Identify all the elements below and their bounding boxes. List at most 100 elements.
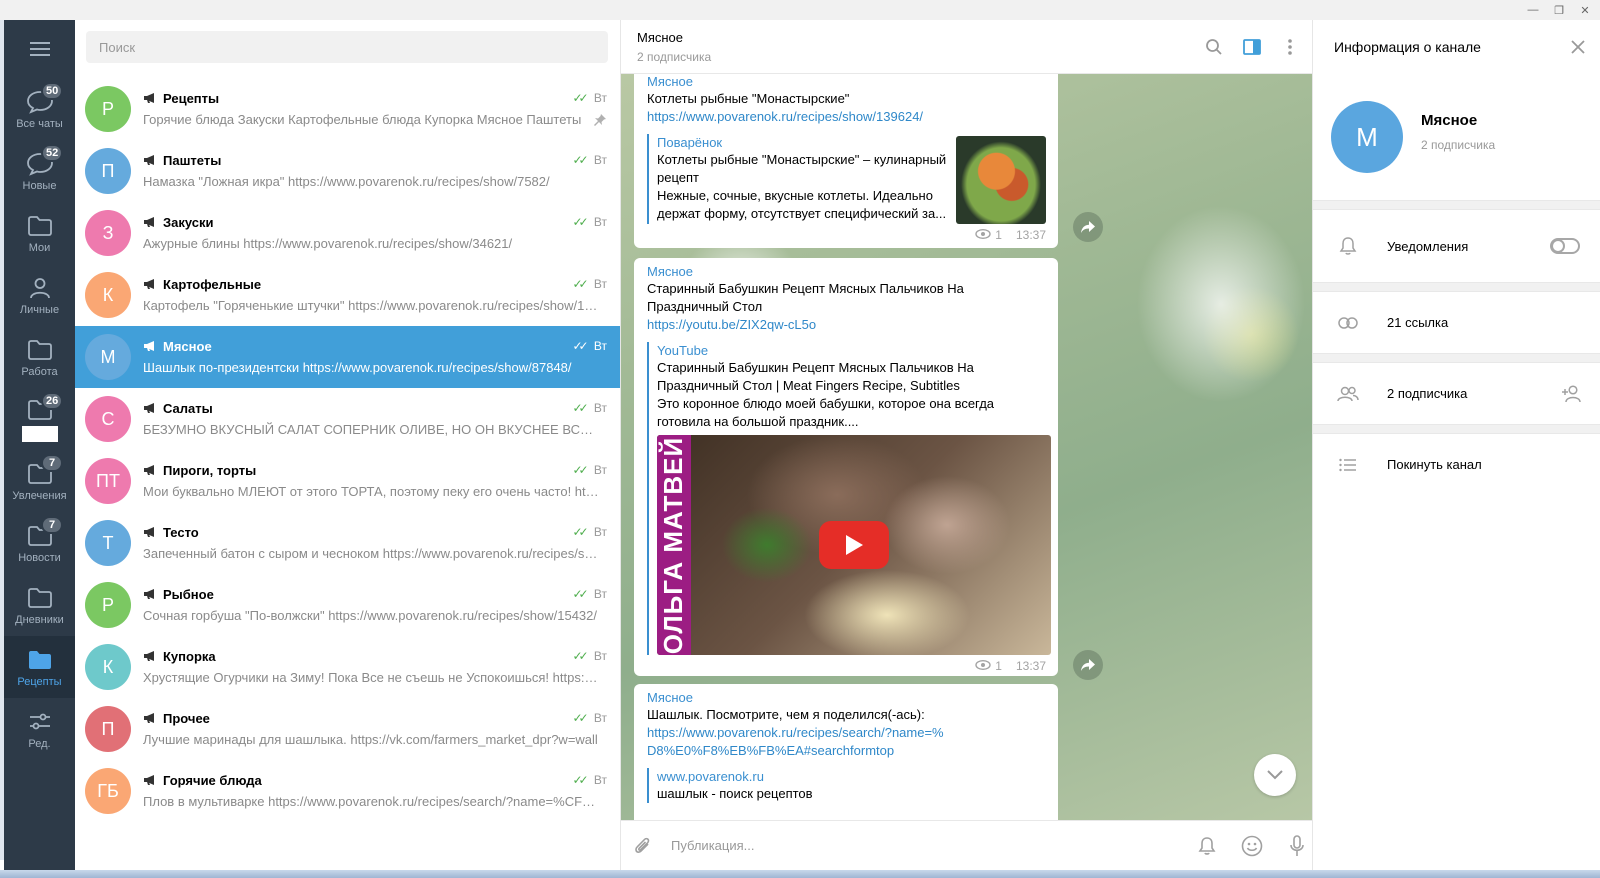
chat-list-item[interactable]: С Салаты ✓✓ Вт БЕЗУМНО ВКУСНЫЙ САЛАТ СОПЕРН… <box>75 388 620 450</box>
chat-last-message: Картофель "Горяченькие штучки" https://w… <box>143 298 599 313</box>
chat-title: Мясное <box>637 30 684 45</box>
play-button-icon[interactable] <box>819 521 889 569</box>
chat-list-item[interactable]: М Мясное ✓✓ Вт Шашлык по-президентски https… <box>75 326 620 388</box>
more-options-icon[interactable] <box>1280 37 1300 57</box>
chat-last-message: Мои буквально МЛЕЮТ от этого ТОРТА, поэт… <box>143 484 599 499</box>
restore-icon[interactable]: ❐ <box>1548 2 1570 18</box>
folder-label: Новые <box>22 180 57 192</box>
message-link[interactable]: https://www.povarenok.ru/recipes/search/… <box>647 724 947 760</box>
preview-thumbnail <box>956 136 1046 224</box>
message-meta: 1 13:37 <box>647 228 1046 242</box>
chat-time: Вт <box>593 525 607 539</box>
message-bubble[interactable]: Мясное Старинный Бабушкин Рецепт Мясных … <box>634 258 1058 676</box>
folder-item[interactable]: Все чаты 50 <box>4 78 75 140</box>
share-icon[interactable] <box>1073 650 1103 680</box>
preview-title: Старинный Бабушкин Рецепт Мясных Пальчик… <box>657 360 974 393</box>
chat-list-item[interactable]: Р Рыбное ✓✓ Вт Сочная горбуша "По-волжски" … <box>75 574 620 636</box>
person-icon <box>28 274 52 302</box>
attach-icon[interactable] <box>631 834 655 858</box>
message-link[interactable]: https://www.povarenok.ru/recipes/show/13… <box>647 108 1046 126</box>
subscribers-row[interactable]: 2 подписчика <box>1313 363 1600 424</box>
share-icon[interactable] <box>1073 212 1103 242</box>
folder-item[interactable]: Личные <box>4 264 75 326</box>
double-check-icon: ✓✓ <box>572 587 588 601</box>
chat-avatar: З <box>85 210 131 256</box>
chat-list-item[interactable]: П Прочее ✓✓ Вт Лучшие маринады для шашлыка.… <box>75 698 620 760</box>
add-user-icon[interactable] <box>1560 383 1584 405</box>
unread-badge: 7 <box>41 454 63 472</box>
chat-list-item[interactable]: Р Рецепты ✓✓ Вт Горячие блюда Закуски Карто… <box>75 78 620 140</box>
message-time: 13:37 <box>1015 228 1046 242</box>
folder-item[interactable]: Новости 7 <box>4 512 75 574</box>
chat-avatar: Т <box>85 520 131 566</box>
hamburger-menu-icon[interactable] <box>4 20 75 78</box>
links-row[interactable]: 21 ссылка <box>1313 292 1600 353</box>
messages-area[interactable]: Мясное Котлеты рыбные "Монастырские" htt… <box>621 74 1312 820</box>
taskbar <box>0 870 1600 878</box>
chat-list-item[interactable]: К Картофельные ✓✓ Вт Картофель "Горяченькие… <box>75 264 620 326</box>
chat-list-item[interactable]: З Закуски ✓✓ Вт Ажурные блины https://www.p… <box>75 202 620 264</box>
close-icon[interactable] <box>1568 37 1588 57</box>
folders-sidebar: Все чаты 50 Новые 52 Мои Личные Работа 26 Увлече… <box>4 20 75 870</box>
chat-list-item[interactable]: К Купорка ✓✓ Вт Хрустящие Огурчики на Зиму!… <box>75 636 620 698</box>
views-count: 1 <box>995 228 1002 242</box>
chevron-down-icon <box>1267 770 1283 780</box>
chat-list-item[interactable]: Т Тесто ✓✓ Вт Запеченный батон с сыром и че… <box>75 512 620 574</box>
folder-item[interactable]: Увлечения 7 <box>4 450 75 512</box>
video-thumbnail[interactable]: ОЛЬГА МАТВЕЙ <box>657 435 1051 655</box>
message-text: Шашлык. Посмотрите, чем я поделился(-ась… <box>647 707 925 722</box>
folder-icon <box>27 584 53 612</box>
link-preview[interactable]: YouTube Старинный Бабушкин Рецепт Мясных… <box>647 342 1051 655</box>
sidebar-toggle-icon[interactable] <box>1242 37 1262 57</box>
message-author[interactable]: Мясное <box>647 263 1046 280</box>
unread-badge: 7 <box>41 516 63 534</box>
preview-site: YouTube <box>657 343 709 358</box>
channel-avatar[interactable]: М <box>1331 101 1403 173</box>
leave-channel-row[interactable]: Покинуть канал <box>1313 434 1600 495</box>
close-window-icon[interactable]: ✕ <box>1574 2 1596 18</box>
window-titlebar: — ❐ ✕ <box>0 0 1600 20</box>
chat-list-item[interactable]: ПТ Пироги, торты ✓✓ Вт Мои буквально МЛЕЮТ … <box>75 450 620 512</box>
channel-name: Мясное <box>1421 112 1478 129</box>
folder-item[interactable]: Мои <box>4 202 75 264</box>
chat-header[interactable]: Мясное 2 подписчика <box>621 20 1312 74</box>
folder-item[interactable]: Ред. <box>4 698 75 760</box>
folder-item[interactable]: Дневники <box>4 574 75 636</box>
emoji-icon[interactable] <box>1240 834 1264 858</box>
message-bubble[interactable]: Мясное Котлеты рыбные "Монастырские" htt… <box>634 74 1058 248</box>
search-input[interactable] <box>86 31 608 63</box>
unread-badge: 50 <box>41 82 64 100</box>
scroll-down-button[interactable] <box>1254 754 1296 796</box>
notifications-toggle[interactable] <box>1550 238 1580 254</box>
views-icon <box>975 228 991 242</box>
channel-profile: М Мясное 2 подписчика <box>1313 74 1600 200</box>
channel-icon <box>144 217 154 227</box>
preview-title: Котлеты рыбные "Монастырские" – кулинарн… <box>657 152 947 185</box>
folder-item[interactable]: Работа <box>4 326 75 388</box>
link-preview[interactable]: www.povarenok.ru шашлык - поиск рецептов <box>647 768 1046 803</box>
message-author[interactable]: Мясное <box>647 689 1046 706</box>
chat-last-message: Ажурные блины https://www.povarenok.ru/r… <box>143 236 513 251</box>
channel-subscribers: 2 подписчика <box>1421 138 1496 152</box>
microphone-icon[interactable] <box>1285 834 1309 858</box>
subscribers-label: 2 подписчика <box>1387 386 1468 401</box>
bell-icon[interactable] <box>1195 834 1219 858</box>
message-author[interactable]: Мясное <box>647 74 1046 90</box>
chat-name: Рецепты <box>163 90 220 106</box>
minimize-icon[interactable]: — <box>1522 2 1544 18</box>
chat-list-item[interactable]: П Паштеты ✓✓ Вт Намазка "Ложная икра" https… <box>75 140 620 202</box>
folder-item[interactable]: Новые 52 <box>4 140 75 202</box>
leave-channel-label: Покинуть канал <box>1387 457 1482 472</box>
notifications-row[interactable]: Уведомления <box>1313 210 1600 282</box>
message-time: 13:37 <box>1015 659 1046 673</box>
message-bubble[interactable]: Мясное Шашлык. Посмотрите, чем я поделил… <box>634 684 1058 820</box>
message-input[interactable] <box>671 838 1151 853</box>
folder-item[interactable]: Рецепты <box>4 636 75 698</box>
message-link[interactable]: https://youtu.be/ZIX2qw-cL5o <box>647 316 1046 334</box>
chat-last-message: БЕЗУМНО ВКУСНЫЙ САЛАТ СОПЕРНИК ОЛИВЕ, НО… <box>143 422 599 437</box>
folder-item[interactable]: 26 <box>4 388 75 450</box>
channel-icon <box>144 465 154 475</box>
search-icon[interactable] <box>1204 37 1224 57</box>
link-preview[interactable]: Поварёнок Котлеты рыбные "Монастырские" … <box>647 134 1046 224</box>
chat-list-item[interactable]: ГБ Горячие блюда ✓✓ Вт Плов в мультиварке h… <box>75 760 620 822</box>
